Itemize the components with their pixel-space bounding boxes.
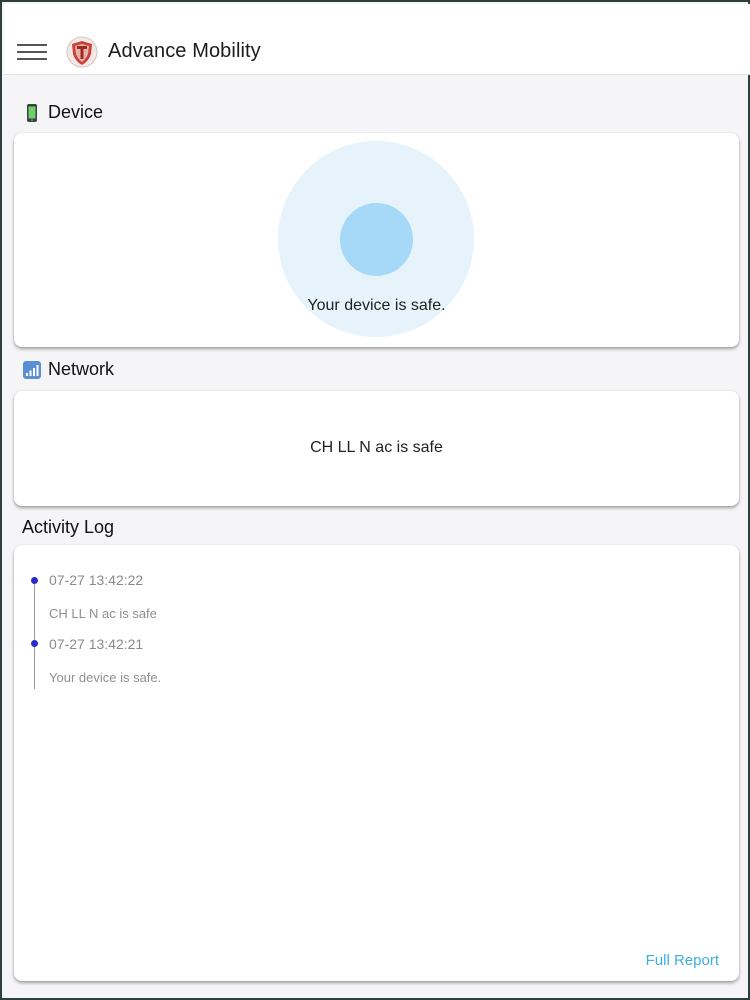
network-section-title: Network	[22, 359, 114, 380]
app-title: Advance Mobility	[108, 40, 261, 62]
shield-logo-icon	[66, 36, 98, 68]
full-report-link[interactable]: Full Report	[646, 952, 719, 969]
device-section-title: Device	[22, 102, 103, 123]
log-entry-time: 07-27 13:42:22	[49, 572, 144, 588]
app-frame: Advance Mobility Device Your device is s…	[0, 0, 750, 1000]
radar-inner-circle	[340, 203, 413, 276]
timeline-dot	[31, 577, 38, 584]
signal-bars-icon	[23, 360, 41, 379]
log-entry-time: 07-27 13:42:21	[49, 636, 144, 652]
log-entry-message: CH LL N ac is safe	[49, 606, 157, 621]
device-status-text: Your device is safe.	[307, 297, 446, 314]
app-header: Advance Mobility	[4, 4, 750, 75]
device-section-label: Device	[48, 102, 104, 122]
activity-section-label: Activity Log	[22, 517, 115, 537]
activity-log-card: 07-27 13:42:22 CH LL N ac is safe 07-27 …	[14, 545, 739, 981]
activity-section-title: Activity Log	[22, 517, 114, 538]
log-entry-message: Your device is safe.	[49, 670, 162, 685]
hamburger-menu-icon[interactable]	[17, 42, 47, 62]
timeline-dot	[31, 640, 38, 647]
network-card: CH LL N ac is safe	[14, 391, 739, 506]
network-status-text: CH LL N ac is safe	[310, 439, 443, 456]
timeline-line	[34, 579, 35, 689]
device-card: Your device is safe.	[14, 133, 739, 347]
network-section-label: Network	[48, 359, 115, 379]
mobile-phone-icon	[27, 103, 37, 122]
